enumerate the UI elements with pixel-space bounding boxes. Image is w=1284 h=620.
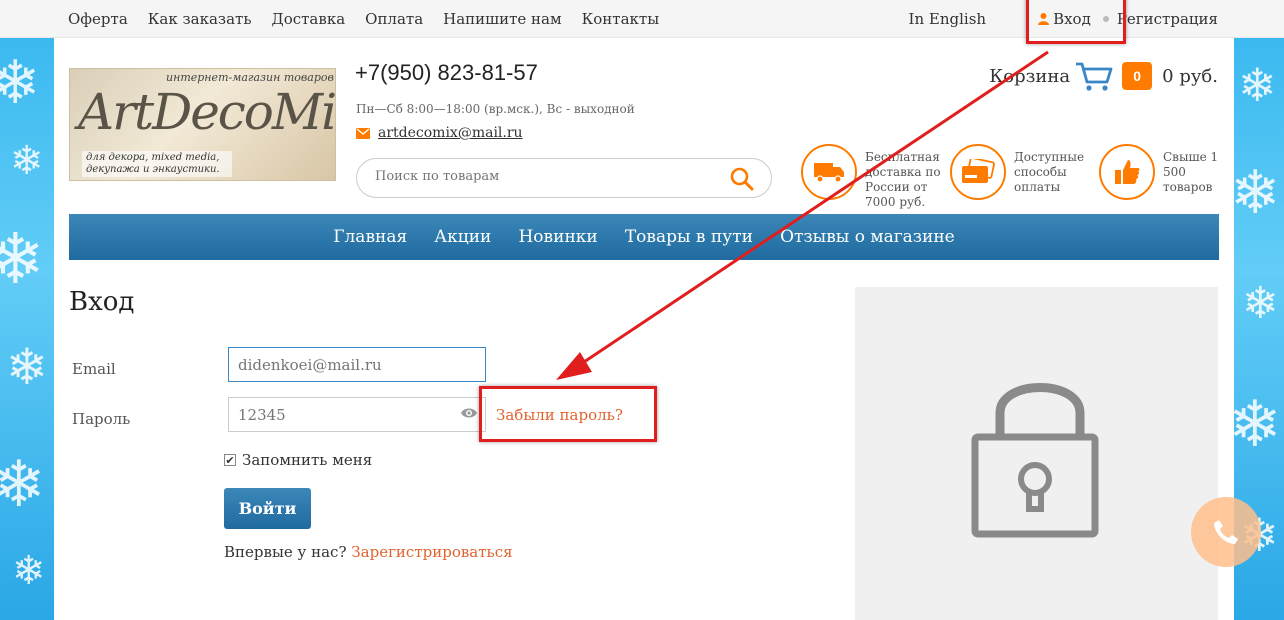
snowflake-icon: ❄ (1228, 388, 1282, 462)
snowflake-icon: ❄ (10, 138, 44, 184)
remember-label: Запомнить меня (242, 451, 373, 469)
main-nav: Главная Акции Новинки Товары в пути Отзы… (69, 214, 1219, 260)
logo-subtitle: для декора, mixed media, декупажа и энка… (82, 151, 232, 177)
top-link-contacts[interactable]: Контакты (582, 10, 660, 28)
feature-icon-circle (801, 144, 857, 200)
snowflake-icon: ❄ (1238, 58, 1277, 112)
snowflake-icon: ❄ (12, 548, 46, 594)
snowflake-icon: ❄ (1242, 278, 1279, 329)
nav-item-reviews[interactable]: Отзывы о магазине (780, 227, 955, 247)
snowflake-icon: ❄ (0, 448, 46, 522)
email-field[interactable] (228, 347, 486, 382)
working-hours: Пн—Сб 8:00—18:00 (вр.мск.), Вс - выходно… (356, 102, 635, 116)
feature-icon-circle (950, 144, 1006, 200)
feature-free-delivery: Бесплатная доставка по России от 7000 ру… (801, 144, 941, 210)
snowflake-icon: ❄ (0, 48, 41, 118)
snowflake-icon: ❄ (0, 218, 45, 300)
remember-me[interactable]: ✔ Запомнить меня (224, 451, 372, 469)
feature-text: Свыше 1 500 товаров (1163, 150, 1219, 194)
eye-icon[interactable] (460, 406, 478, 420)
top-link-write-us[interactable]: Напишите нам (443, 10, 562, 28)
nav-item-promotions[interactable]: Акции (434, 227, 491, 247)
email-link: artdecomix@mail.ru (378, 125, 523, 141)
feature-products: Свыше 1 500 товаров (1099, 144, 1223, 200)
submit-button[interactable]: Войти (224, 488, 311, 529)
email-contact[interactable]: artdecomix@mail.ru (356, 125, 523, 141)
credit-card-icon (962, 159, 995, 183)
top-link-payment[interactable]: Оплата (365, 10, 423, 28)
site-logo[interactable]: интернет-магазин товаров ArtDecoMix для … (69, 68, 336, 181)
top-link-how-to-order[interactable]: Как заказать (148, 10, 252, 28)
cart-total: 0 руб. (1162, 65, 1218, 87)
feature-text: Доступные способы оплаты (1014, 150, 1085, 194)
snowflake-icon: ❄ (6, 338, 48, 396)
lock-illustration-panel (855, 287, 1218, 620)
remember-checkbox[interactable]: ✔ (224, 454, 236, 466)
first-time-text: Впервые у нас? (224, 543, 347, 561)
page-title: Вход (69, 287, 135, 317)
nav-item-home[interactable]: Главная (333, 227, 407, 247)
search-icon[interactable] (729, 166, 755, 192)
phone-number[interactable]: +7(950) 823-81-57 (355, 60, 538, 86)
call-button[interactable] (1191, 497, 1261, 567)
envelope-icon (356, 127, 370, 139)
annotation-box-login (1026, 0, 1126, 44)
search-input[interactable] (375, 169, 695, 184)
cart-count-badge: 0 (1122, 62, 1153, 90)
password-label: Пароль (72, 410, 131, 428)
feature-payment: Доступные способы оплаты (950, 144, 1084, 200)
nav-item-in-transit[interactable]: Товары в пути (625, 227, 753, 247)
snowflake-icon: ❄ (1230, 158, 1281, 228)
email-label: Email (72, 360, 116, 378)
annotation-box-forgot (479, 386, 657, 442)
truck-icon (814, 163, 844, 183)
logo-brand: ArtDecoMix (78, 83, 336, 141)
feature-icon-circle (1099, 144, 1155, 200)
left-snowflake-panel: ❄ ❄ ❄ ❄ ❄ ❄ (0, 38, 54, 620)
top-link-offer[interactable]: Оферта (68, 10, 128, 28)
lock-icon (971, 383, 1099, 538)
cart-widget[interactable]: Корзина 0 0 руб. (989, 60, 1218, 92)
register-link-bottom[interactable]: Зарегистрироваться (351, 543, 512, 561)
search-box (356, 158, 772, 198)
shopping-cart-icon (1076, 62, 1113, 91)
feature-text: Бесплатная доставка по России от 7000 ру… (865, 150, 941, 209)
register-link[interactable]: Регистрация (1117, 10, 1218, 28)
thumbs-up-icon (1115, 160, 1140, 184)
language-link[interactable]: In English (909, 10, 987, 28)
top-links: Оферта Как заказать Доставка Оплата Напишите… (68, 10, 679, 28)
phone-icon (1214, 520, 1238, 544)
first-time-prompt: Впервые у нас? Зарегистрироваться (224, 543, 513, 561)
top-link-delivery[interactable]: Доставка (272, 10, 346, 28)
password-field[interactable] (228, 397, 486, 432)
nav-item-new[interactable]: Новинки (518, 227, 597, 247)
cart-label: Корзина (989, 65, 1071, 87)
